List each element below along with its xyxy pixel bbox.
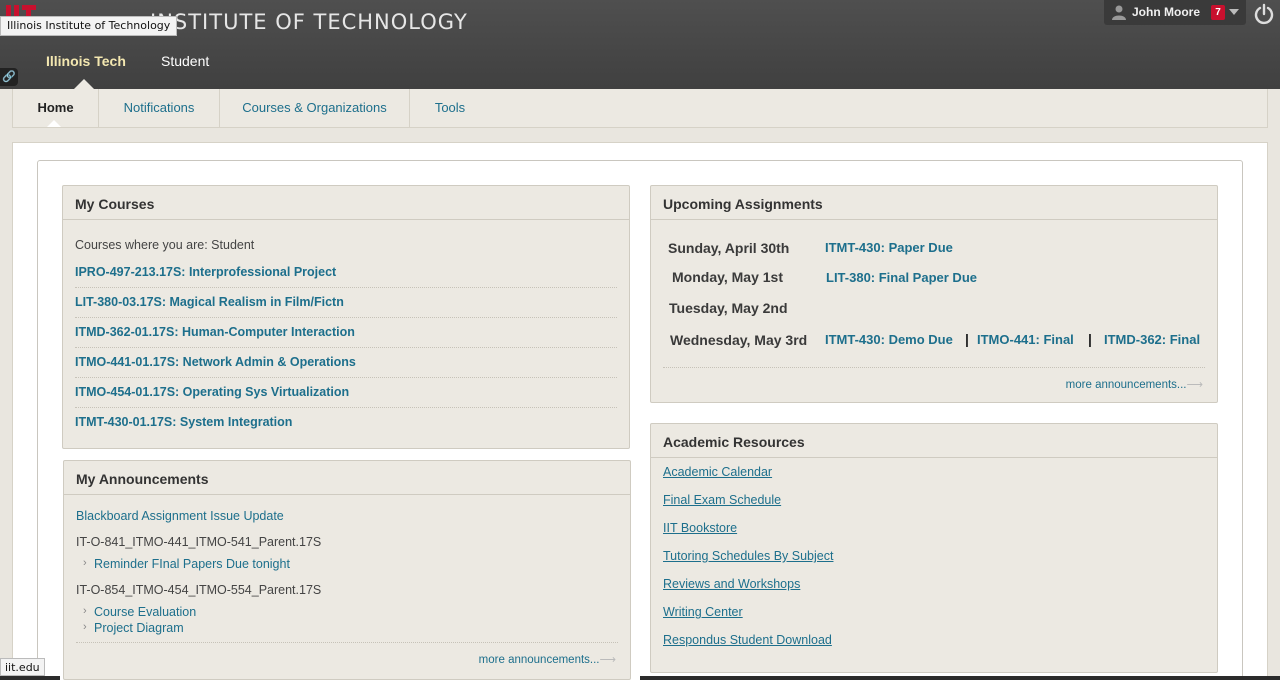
assignment-link[interactable]: ITMT-430: Paper Due <box>825 240 953 255</box>
more-announcements-label: more announcements... <box>1065 379 1187 391</box>
user-name: John Moore <box>1132 5 1200 19</box>
resource-link[interactable]: Reviews and Workshops <box>663 577 800 591</box>
academic-resources-module: Academic Resources Academic Calendar Fin… <box>650 423 1218 673</box>
assignment-date: Sunday, April 30th <box>668 240 790 256</box>
tab-student[interactable]: Student <box>161 53 209 69</box>
window-edge <box>0 676 60 680</box>
divider <box>75 317 617 318</box>
tab-courses-organizations[interactable]: Courses & Organizations <box>220 89 410 127</box>
my-announcements-title: My Announcements <box>64 461 630 495</box>
logout-power-icon[interactable] <box>1253 3 1275 25</box>
arrow-right-icon: ⟶ <box>599 654 617 666</box>
assignment-link[interactable]: ITMT-430: Demo Due <box>825 332 953 347</box>
resource-link[interactable]: Tutoring Schedules By Subject <box>663 549 833 563</box>
resource-link[interactable]: Writing Center <box>663 605 743 619</box>
upcoming-assignments-title: Upcoming Assignments <box>651 186 1217 220</box>
upcoming-assignments-module: Upcoming Assignments Sunday, April 30th … <box>650 185 1218 403</box>
chevron-right-icon: › <box>83 621 87 633</box>
institution-name: INSTITUTE OF TECHNOLOGY <box>150 10 468 34</box>
divider <box>75 407 617 408</box>
my-announcements-module: My Announcements Blackboard Assignment I… <box>63 460 631 680</box>
tab-tools[interactable]: Tools <box>410 89 490 127</box>
active-tab-pointer <box>74 79 94 89</box>
academic-resources-title: Academic Resources <box>651 424 1217 458</box>
announcement-course: IT-O-854_ITMO-454_ITMO-554_Parent.17S <box>76 583 322 597</box>
window-edge <box>640 676 1280 680</box>
course-link[interactable]: IPRO-497-213.17S: Interprofessional Proj… <box>75 265 336 279</box>
course-link[interactable]: ITMD-362-01.17S: Human-Computer Interact… <box>75 325 355 339</box>
more-announcements-label: more announcements... <box>478 654 600 666</box>
tab-illinois-tech[interactable]: Illinois Tech <box>46 53 126 69</box>
divider <box>75 287 617 288</box>
arrow-right-icon: ⟶ <box>1186 379 1204 391</box>
announcement-link[interactable]: Reminder FInal Papers Due tonight <box>94 557 290 571</box>
announcement-course: IT-O-841_ITMO-441_ITMO-541_Parent.17S <box>76 535 322 549</box>
active-tab-notch <box>47 120 61 127</box>
tooltip: Illinois Institute of Technology <box>0 16 178 36</box>
user-avatar-icon <box>1112 5 1126 20</box>
separator: | <box>965 331 969 347</box>
more-announcements-link[interactable]: more announcements...⟶ <box>479 652 616 666</box>
announcement-link[interactable]: Project Diagram <box>94 621 184 635</box>
separator: | <box>1088 331 1092 347</box>
resource-link[interactable]: Final Exam Schedule <box>663 493 781 507</box>
chevron-right-icon: › <box>83 557 87 569</box>
assignment-link[interactable]: LIT-380: Final Paper Due <box>826 270 977 285</box>
chevron-right-icon: › <box>83 605 87 617</box>
caret-down-icon[interactable] <box>1229 9 1239 15</box>
course-link[interactable]: ITMT-430-01.17S: System Integration <box>75 415 292 429</box>
assignment-link[interactable]: ITMD-362: Final <box>1104 332 1200 347</box>
my-courses-title: My Courses <box>63 186 629 220</box>
assignment-link[interactable]: ITMO-441: Final <box>977 332 1074 347</box>
tab-notifications[interactable]: Notifications <box>99 89 220 127</box>
assignment-date: Tuesday, May 2nd <box>669 300 788 316</box>
resource-link[interactable]: Respondus Student Download <box>663 633 832 647</box>
assignment-date: Wednesday, May 3rd <box>670 332 808 348</box>
link-icon[interactable]: 🔗 <box>0 68 18 86</box>
course-link[interactable]: ITMO-441-01.17S: Network Admin & Operati… <box>75 355 356 369</box>
assignment-date: Monday, May 1st <box>672 269 783 285</box>
resource-link[interactable]: Academic Calendar <box>663 465 772 479</box>
notification-badge[interactable]: 7 <box>1211 5 1225 20</box>
resource-link[interactable]: IIT Bookstore <box>663 521 737 535</box>
status-bar-url: iit.edu <box>0 658 45 676</box>
more-announcements-link[interactable]: more announcements...⟶ <box>1066 377 1203 391</box>
course-link[interactable]: LIT-380-03.17S: Magical Realism in Film/… <box>75 295 344 309</box>
course-role-text: Courses where you are: Student <box>75 238 255 252</box>
course-link[interactable]: ITMO-454-01.17S: Operating Sys Virtualiz… <box>75 385 349 399</box>
user-menu[interactable]: John Moore 7 <box>1104 0 1246 25</box>
divider <box>75 347 617 348</box>
announcement-link[interactable]: Blackboard Assignment Issue Update <box>76 509 284 523</box>
divider <box>75 377 617 378</box>
global-header: INSTITUTE OF TECHNOLOGY Illinois Tech St… <box>0 0 1280 89</box>
announcement-link[interactable]: Course Evaluation <box>94 605 196 619</box>
module-tabs: Home Notifications Courses & Organizatio… <box>12 89 1268 128</box>
divider <box>76 642 618 643</box>
divider <box>663 367 1205 368</box>
my-courses-module: My Courses Courses where you are: Studen… <box>62 185 630 449</box>
